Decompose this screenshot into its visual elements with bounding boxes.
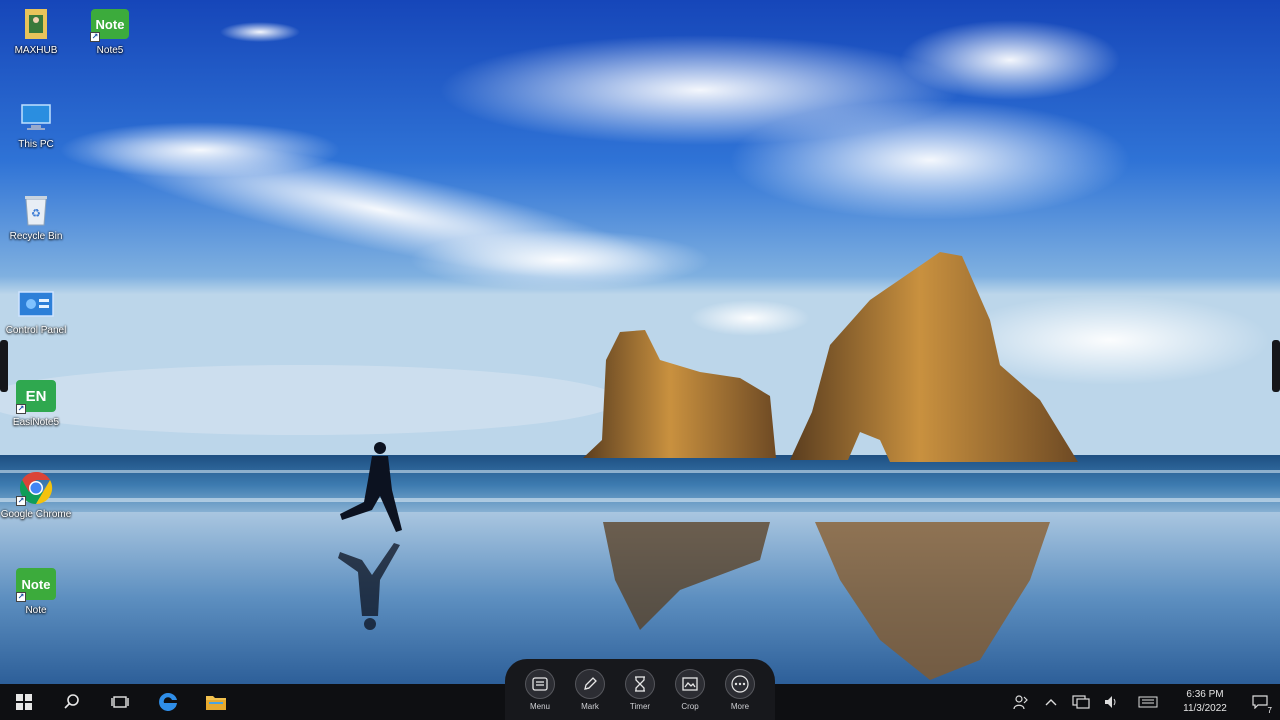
- toolbar-crop-button[interactable]: Crop: [669, 669, 711, 711]
- svg-text:♻: ♻: [31, 207, 41, 220]
- desktop-icon-label: Control Panel: [5, 325, 67, 336]
- file-explorer-icon[interactable]: [192, 684, 240, 720]
- shortcut-arrow-icon: ↗: [90, 32, 100, 42]
- right-edge-handle[interactable]: [1272, 340, 1280, 392]
- edge-browser-icon[interactable]: [144, 684, 192, 720]
- toolbar-crop-label: Crop: [681, 702, 699, 711]
- desktop-icon-recycle-bin[interactable]: ♻ Recycle Bin: [0, 192, 72, 243]
- note5-app-icon: Note ↗: [90, 6, 130, 42]
- desktop-icon-label: Recycle Bin: [9, 231, 63, 242]
- toolbar-timer-button[interactable]: Timer: [619, 669, 661, 711]
- desktop-icon-chrome[interactable]: ↗ Google Chrome: [0, 470, 72, 521]
- toolbar-timer-label: Timer: [629, 702, 651, 711]
- action-center-icon[interactable]: 7: [1240, 684, 1280, 720]
- desktop-icon-label: Note5: [96, 45, 124, 56]
- desktop-icon-label: Google Chrome: [0, 509, 72, 520]
- notification-count-badge: 7: [1267, 706, 1272, 715]
- pen-mark-icon: [575, 669, 605, 699]
- task-view-icon[interactable]: [96, 684, 144, 720]
- windows-start-icon[interactable]: [0, 684, 48, 720]
- desktop-icon-label: This PC: [18, 139, 54, 150]
- desktop-wallpaper: [0, 0, 1280, 684]
- desktop-icon-maxhub[interactable]: MAXHUB: [0, 6, 72, 57]
- control-panel-icon: [16, 286, 56, 322]
- desktop-icon-label: EasiNote5: [12, 417, 60, 428]
- toolbar-more-button[interactable]: More: [719, 669, 761, 711]
- search-icon[interactable]: [48, 684, 96, 720]
- recycle-bin-icon: ♻: [16, 192, 56, 228]
- volume-icon[interactable]: [1096, 684, 1126, 720]
- menu-icon: [525, 669, 555, 699]
- desktop-icon-note5[interactable]: Note ↗ Note5: [74, 6, 146, 57]
- keyboard-icon[interactable]: [1126, 684, 1170, 720]
- toolbar-mark-label: Mark: [581, 702, 599, 711]
- easinote-app-icon: EN ↗: [16, 378, 56, 414]
- shortcut-arrow-icon: ↗: [16, 592, 26, 602]
- clock-time: 6:36 PM: [1186, 689, 1224, 700]
- shortcut-arrow-icon: ↗: [16, 496, 26, 506]
- clock-date: 11/3/2022: [1183, 703, 1227, 714]
- note-app-icon: Note ↗: [16, 566, 56, 602]
- desktop-icon-label: MAXHUB: [14, 45, 58, 56]
- more-icon: [725, 669, 755, 699]
- show-hidden-icons-chevron-icon[interactable]: [1036, 684, 1066, 720]
- screenshot-crop-icon: [675, 669, 705, 699]
- desktop-icon-label: Note: [25, 605, 47, 616]
- desktop-icon-this-pc[interactable]: This PC: [0, 100, 72, 151]
- chrome-icon: ↗: [16, 470, 56, 506]
- floating-toolbar: Menu Mark Timer Crop More: [505, 659, 775, 720]
- toolbar-more-label: More: [730, 702, 750, 711]
- this-pc-icon: [16, 100, 56, 136]
- desktop[interactable]: MAXHUB Note ↗ Note5 This PC ♻ Recycle Bi…: [0, 0, 1280, 720]
- people-icon[interactable]: [1006, 684, 1036, 720]
- desktop-icon-control-panel[interactable]: Control Panel: [0, 286, 72, 337]
- network-icon[interactable]: [1066, 684, 1096, 720]
- shortcut-arrow-icon: ↗: [16, 404, 26, 414]
- system-tray: 6:36 PM 11/3/2022 7: [1006, 684, 1280, 720]
- toolbar-menu-label: Menu: [529, 702, 550, 711]
- toolbar-mark-button[interactable]: Mark: [569, 669, 611, 711]
- toolbar-menu-button[interactable]: Menu: [519, 669, 561, 711]
- hourglass-icon: [625, 669, 655, 699]
- desktop-icon-note[interactable]: Note ↗ Note: [0, 566, 72, 617]
- desktop-icon-easinote[interactable]: EN ↗ EasiNote5: [0, 378, 72, 429]
- taskbar-clock[interactable]: 6:36 PM 11/3/2022: [1170, 688, 1240, 716]
- maxhub-folder-icon: [16, 6, 56, 42]
